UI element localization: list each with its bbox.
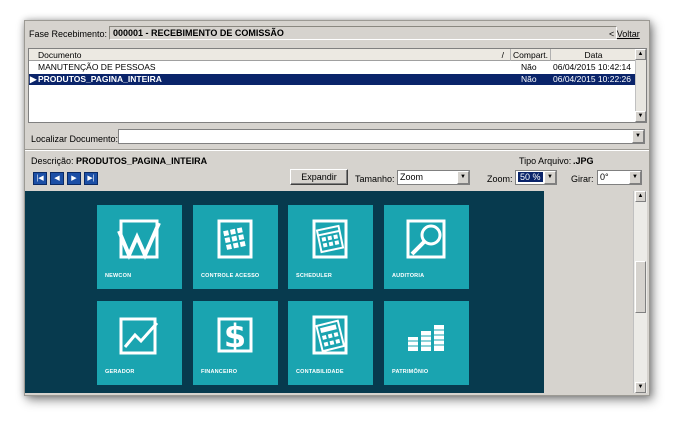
voltar-link[interactable]: < Voltar: [609, 29, 640, 39]
tile-label: FINANCEIRO: [201, 369, 238, 375]
newcon-icon: [117, 219, 161, 261]
cell-documento: MANUTENÇÃO DE PESSOAS: [38, 62, 156, 72]
girar-label: Girar:: [571, 174, 594, 184]
scroll-down-icon[interactable]: ▼: [635, 382, 646, 393]
tile-label: NEWCON: [105, 273, 132, 279]
cell-compart: Não: [521, 74, 537, 84]
divider: [25, 149, 649, 151]
tipo-arquivo-label: Tipo Arquivo:: [519, 156, 572, 166]
chevron-down-icon[interactable]: ▼: [457, 171, 469, 184]
back-arrow-icon: <: [609, 29, 615, 39]
tile-scheduler: SCHEDULER: [288, 205, 373, 289]
viewer-scrollbar[interactable]: ▲ ▼: [633, 191, 647, 393]
tile-label: CONTABILIDADE: [296, 369, 344, 375]
grid-scrollbar[interactable]: ▲ ▼: [635, 49, 646, 122]
prev-page-icon[interactable]: ◀: [50, 172, 64, 185]
tile-label: GERADOR: [105, 369, 135, 375]
chevron-down-icon[interactable]: ▼: [544, 171, 556, 184]
scroll-thumb[interactable]: [635, 261, 646, 313]
next-page-icon[interactable]: ▶: [67, 172, 81, 185]
tipo-arquivo-value: .JPG: [573, 156, 594, 166]
fase-label: Fase Recebimento:: [29, 29, 108, 39]
fase-value-field: 000001 - RECEBIMENTO DE COMISSÃO: [109, 26, 617, 40]
tile-label: AUDITORIA: [392, 273, 425, 279]
expandir-button[interactable]: Expandir: [290, 169, 348, 185]
row-pointer-icon: ▶: [30, 74, 37, 84]
tile-auditoria: AUDITORIA: [384, 205, 469, 289]
table-row[interactable]: MANUTENÇÃO DE PESSOAS Não 06/04/2015 10:…: [29, 62, 636, 73]
sort-icon: /: [501, 50, 504, 60]
tile-gerador: GERADOR: [97, 301, 182, 385]
cell-data: 06/04/2015 10:42:14: [553, 62, 631, 72]
table-row-selected[interactable]: ▶ PRODUTOS_PAGINA_INTEIRA Não 06/04/2015…: [29, 74, 636, 85]
zoom-value: 50 %: [518, 172, 543, 182]
localizar-label: Localizar Documento:: [31, 134, 119, 144]
zoom-label: Zoom:: [487, 174, 513, 184]
document-image: NEWCON CONTROLE ACESSO SCHEDULER AUDITOR…: [25, 191, 544, 393]
tile-financeiro: $ FINANCEIRO: [193, 301, 278, 385]
column-compart[interactable]: Compart.: [511, 49, 551, 61]
descricao-value: PRODUTOS_PAGINA_INTEIRA: [76, 156, 208, 166]
chevron-down-icon[interactable]: ▼: [629, 171, 641, 184]
dollar-icon: $: [217, 317, 253, 355]
cell-compart: Não: [521, 62, 537, 72]
chevron-down-icon[interactable]: ▼: [632, 130, 644, 143]
calculator-icon: [312, 315, 348, 355]
tile-label: CONTROLE ACESSO: [201, 273, 260, 279]
girar-value: 0°: [600, 172, 609, 182]
localizar-documento-combo[interactable]: ▼: [118, 129, 645, 144]
girar-select[interactable]: 0° ▼: [597, 170, 642, 185]
voltar-label: Voltar: [616, 29, 640, 39]
column-documento[interactable]: Documento /: [29, 49, 511, 61]
column-data[interactable]: Data: [551, 49, 636, 61]
coins-icon: [408, 325, 444, 351]
scroll-up-icon[interactable]: ▲: [635, 191, 646, 202]
tile-contabilidade: CONTABILIDADE: [288, 301, 373, 385]
scroll-up-icon[interactable]: ▲: [635, 49, 646, 60]
tile-controle-acesso: CONTROLE ACESSO: [193, 205, 278, 289]
cell-documento: PRODUTOS_PAGINA_INTEIRA: [38, 74, 162, 84]
tamanho-select[interactable]: Zoom ▼: [397, 170, 470, 185]
svg-text:$: $: [224, 317, 246, 355]
tamanho-label: Tamanho:: [355, 174, 395, 184]
tile-patrimonio: PATRIMÔNIO: [384, 301, 469, 385]
magnifier-icon: [406, 219, 446, 259]
scroll-down-icon[interactable]: ▼: [635, 111, 646, 122]
tile-label: SCHEDULER: [296, 273, 333, 279]
descricao-label: Descrição:: [31, 156, 74, 166]
tamanho-value: Zoom: [400, 172, 424, 182]
last-page-icon[interactable]: ▶|: [84, 172, 98, 185]
zoom-select[interactable]: 50 % ▼: [515, 170, 557, 185]
first-page-icon[interactable]: |◀: [33, 172, 47, 185]
grid-header: Documento / Compart. Data: [29, 49, 636, 61]
document-window: Fase Recebimento: 000001 - RECEBIMENTO D…: [24, 20, 650, 396]
tile-label: PATRIMÔNIO: [392, 369, 429, 375]
access-keypad-icon: [217, 219, 253, 259]
chart-icon: [119, 317, 159, 355]
documents-grid: Documento / Compart. Data MANUTENÇÃO DE …: [28, 48, 647, 123]
image-viewer: NEWCON CONTROLE ACESSO SCHEDULER AUDITOR…: [25, 191, 633, 393]
cell-data: 06/04/2015 10:22:26: [553, 74, 631, 84]
calendar-icon: [312, 219, 348, 259]
tile-newcon: NEWCON: [97, 205, 182, 289]
column-documento-label: Documento: [38, 50, 82, 60]
